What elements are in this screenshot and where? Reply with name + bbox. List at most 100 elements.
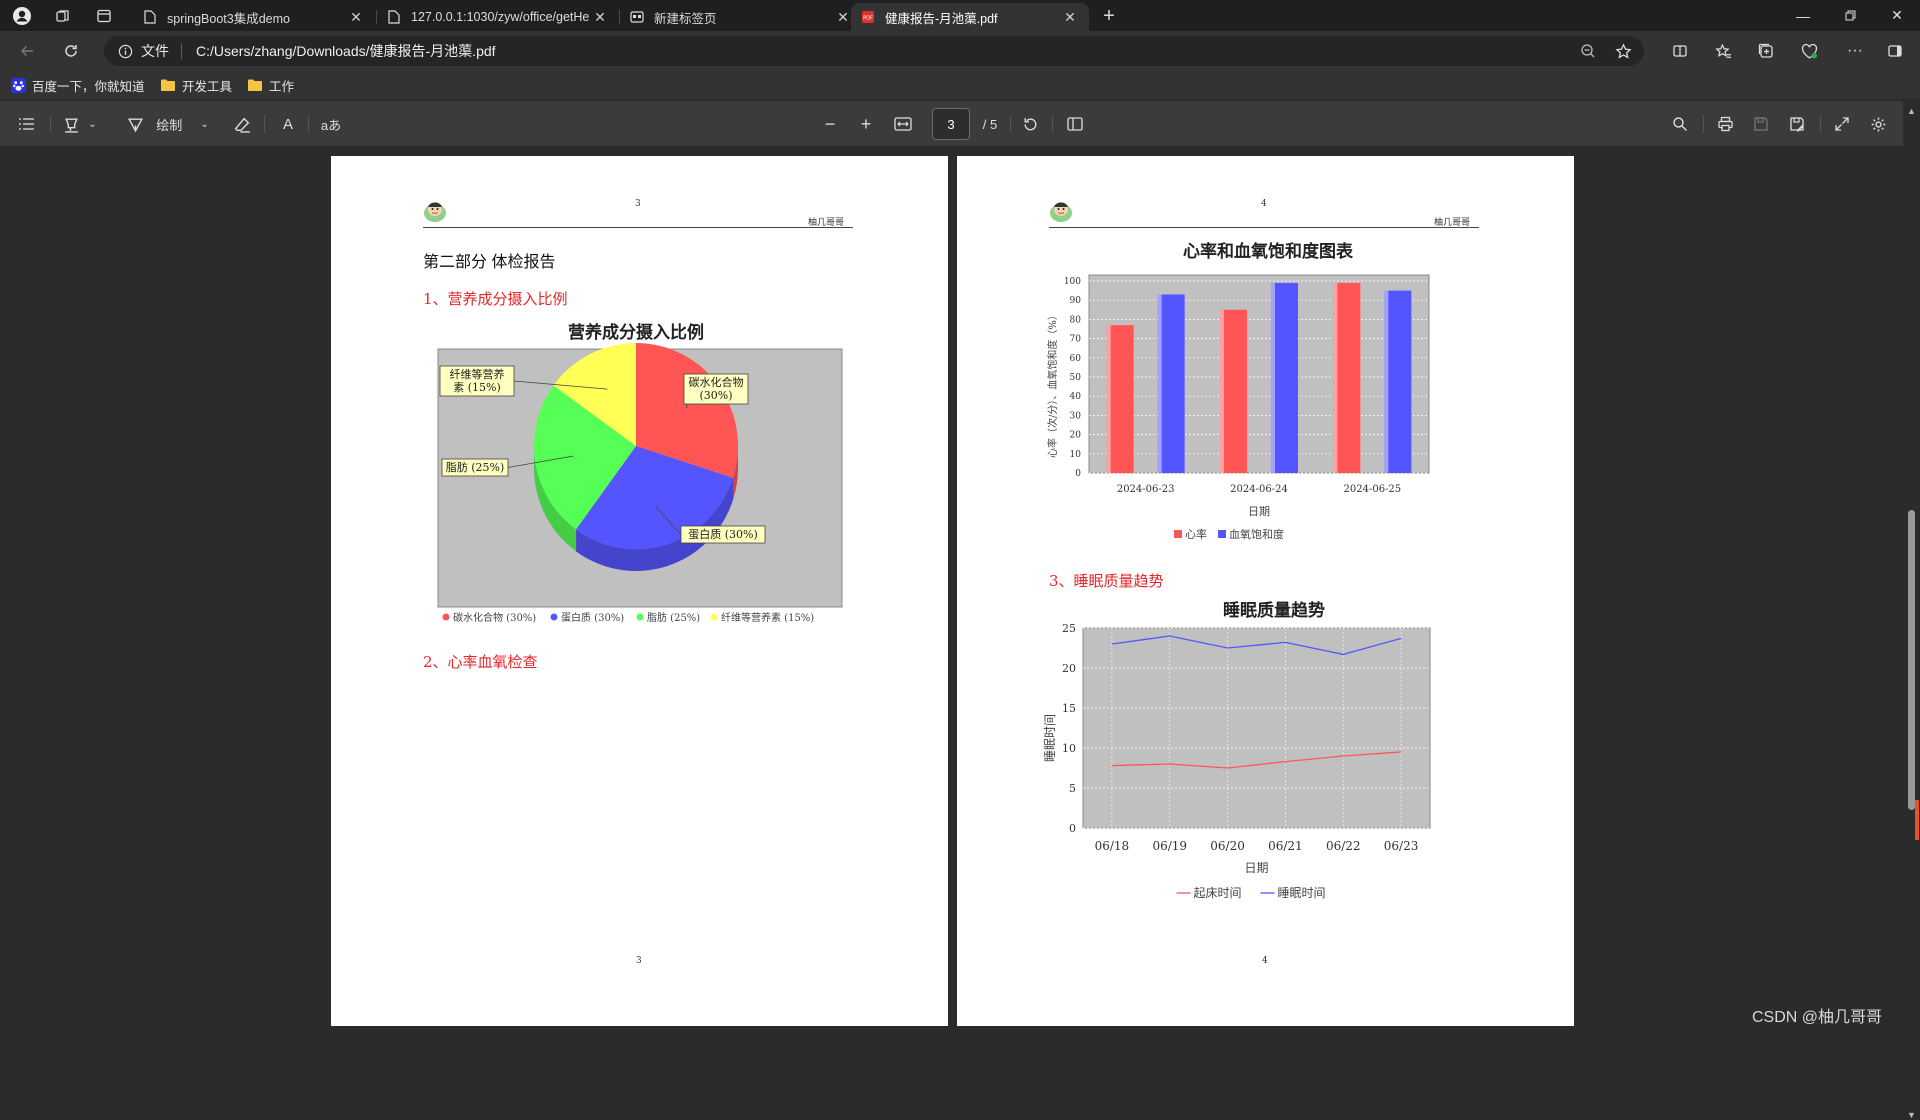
plus-icon: + bbox=[1103, 4, 1115, 27]
tab-local-server[interactable]: 127.0.0.1:1030/zyw/office/getHe ✕ bbox=[377, 3, 619, 31]
close-window-button[interactable]: ✕ bbox=[1874, 0, 1920, 31]
settings-more-button[interactable]: ··· bbox=[1840, 37, 1870, 65]
erase-button[interactable] bbox=[230, 112, 254, 136]
favorites-button[interactable] bbox=[1708, 37, 1738, 65]
workspaces-icon bbox=[56, 10, 69, 22]
printer-icon bbox=[1717, 116, 1733, 132]
split-screen-button[interactable] bbox=[1665, 37, 1695, 65]
bar-highlight bbox=[1271, 282, 1275, 473]
sidebar-toggle-button[interactable] bbox=[1880, 37, 1910, 65]
new-tab-button[interactable]: + bbox=[1095, 3, 1123, 29]
slice-label: 脂肪 (25%) bbox=[446, 460, 505, 474]
rotate-icon bbox=[1023, 117, 1036, 130]
heading-heart-rate: 2、心率血氧检查 bbox=[423, 653, 538, 671]
minus-icon: − bbox=[824, 113, 836, 134]
plot-area bbox=[1082, 627, 1431, 829]
refresh-button[interactable] bbox=[56, 37, 86, 65]
read-aloud-button[interactable]: A bbox=[276, 112, 300, 136]
pdf-page-3: 3 柚几哥哥 第二部分 体检报告 1、营养成分摄入比例 营养成分摄入比例 碳水化… bbox=[331, 156, 948, 1026]
tab-new-tab[interactable]: 新建标签页 ✕ bbox=[620, 3, 862, 31]
legend-label: 睡眠时间 bbox=[1278, 886, 1326, 900]
save-as-button[interactable] bbox=[1785, 112, 1809, 136]
page-number-input[interactable]: 3 bbox=[932, 108, 970, 140]
favorite-star-icon[interactable] bbox=[1615, 42, 1632, 60]
save-button[interactable] bbox=[1749, 112, 1773, 136]
highlighter-icon bbox=[65, 117, 79, 133]
rotate-button[interactable] bbox=[1018, 112, 1042, 136]
bar-spo2 bbox=[1271, 282, 1298, 473]
page-view-button[interactable] bbox=[1062, 112, 1088, 136]
mascot-logo-icon bbox=[424, 202, 446, 222]
page-view-icon bbox=[1067, 117, 1083, 131]
pdf-settings-button[interactable] bbox=[1866, 112, 1890, 136]
draw-button[interactable]: 绘制 ⌄ bbox=[126, 112, 210, 136]
browser-essentials-button[interactable] bbox=[1794, 37, 1824, 65]
split-screen-icon bbox=[1673, 45, 1687, 57]
zoom-out-button[interactable]: − bbox=[818, 112, 842, 136]
bookmarks-bar: 百度一下，你就知道 开发工具 工作 bbox=[0, 71, 1920, 99]
scrollbar-thumb[interactable] bbox=[1908, 510, 1915, 810]
eraser-icon bbox=[234, 117, 250, 133]
tab-title: 新建标签页 bbox=[654, 11, 717, 26]
fullscreen-button[interactable] bbox=[1830, 112, 1854, 136]
y-tick-label: 30 bbox=[1070, 411, 1082, 421]
scroll-up-icon[interactable]: ▲ bbox=[1907, 106, 1916, 116]
x-tick-label: 2024-06-24 bbox=[1230, 484, 1288, 495]
print-button[interactable] bbox=[1713, 112, 1737, 136]
slice-label: 纤维等营养 bbox=[450, 367, 505, 381]
vertical-scrollbar[interactable]: ▲ ▼ bbox=[1903, 100, 1920, 1120]
zoom-in-button[interactable]: + bbox=[854, 112, 878, 136]
fit-to-width-button[interactable] bbox=[890, 112, 916, 136]
translate-icon: aあ bbox=[320, 117, 342, 133]
bookmark-label: 开发工具 bbox=[182, 79, 233, 94]
slice-label: 碳水化合物 bbox=[689, 375, 744, 389]
profile-avatar[interactable] bbox=[8, 3, 36, 29]
bar-highlight bbox=[1157, 294, 1162, 473]
tab-pdf-report[interactable]: PDF 健康报告-月池蕖.pdf ✕ bbox=[851, 3, 1089, 31]
tab-actions-button[interactable] bbox=[90, 3, 118, 29]
chart-title: 睡眠质量趋势 bbox=[1223, 600, 1325, 621]
find-button[interactable] bbox=[1668, 112, 1692, 136]
translate-button[interactable]: aあ bbox=[318, 112, 344, 136]
workspaces-button[interactable] bbox=[49, 3, 77, 29]
close-tab-icon[interactable]: ✕ bbox=[591, 8, 609, 26]
bookmark-baidu[interactable]: 百度一下，你就知道 bbox=[11, 75, 145, 95]
header-page-number: 4 bbox=[1261, 199, 1267, 209]
collections-button[interactable] bbox=[1751, 37, 1781, 65]
save-as-icon bbox=[1790, 117, 1804, 132]
bookmark-dev-tools[interactable]: 开发工具 bbox=[160, 75, 232, 95]
minimize-button[interactable]: — bbox=[1780, 0, 1826, 31]
restore-button[interactable] bbox=[1827, 0, 1873, 31]
draw-label: 绘制 bbox=[156, 117, 183, 133]
tab-springboot-demo[interactable]: springBoot3集成demo ✕ bbox=[133, 3, 375, 31]
total-pages: / 5 bbox=[982, 116, 998, 132]
legend-label: 脂肪 (25%) bbox=[647, 611, 700, 623]
legend-swatch bbox=[1218, 530, 1226, 538]
bookmark-work[interactable]: 工作 bbox=[247, 75, 294, 95]
x-tick-label: 06/23 bbox=[1384, 839, 1419, 853]
contents-button[interactable] bbox=[14, 112, 38, 136]
refresh-icon bbox=[65, 45, 77, 57]
favorites-icon bbox=[1714, 43, 1731, 58]
y-tick-label: 20 bbox=[1070, 431, 1082, 441]
y-tick-label: 25 bbox=[1062, 622, 1076, 635]
y-tick-label: 40 bbox=[1070, 392, 1082, 402]
folder-icon bbox=[247, 78, 263, 92]
close-tab-icon[interactable]: ✕ bbox=[1061, 8, 1079, 26]
bar-highlight bbox=[1106, 325, 1111, 473]
address-bar[interactable]: 文件 C:/Users/zhang/Downloads/健康报告-月池蕖.pdf bbox=[104, 36, 1644, 66]
bar-heart-rate bbox=[1106, 325, 1134, 473]
scroll-down-icon[interactable]: ▼ bbox=[1907, 1110, 1916, 1120]
info-icon[interactable] bbox=[118, 44, 133, 59]
draw-pen-icon bbox=[128, 117, 144, 132]
x-tick-label: 06/19 bbox=[1152, 839, 1187, 853]
close-tab-icon[interactable]: ✕ bbox=[834, 8, 852, 26]
close-tab-icon[interactable]: ✕ bbox=[347, 8, 365, 26]
chevron-down-icon: ⌄ bbox=[200, 118, 209, 130]
highlight-button[interactable]: ⌄ bbox=[58, 112, 102, 136]
svg-text:PDF: PDF bbox=[863, 16, 873, 22]
zoom-out-icon[interactable] bbox=[1580, 43, 1596, 59]
pdf-page-4: 4 柚几哥哥 心率和血氧饱和度图表 0 10 20 30 40 50 60 70 80 90 100… bbox=[957, 156, 1574, 1026]
back-button[interactable] bbox=[12, 37, 42, 65]
header-page-number: 3 bbox=[635, 199, 641, 209]
